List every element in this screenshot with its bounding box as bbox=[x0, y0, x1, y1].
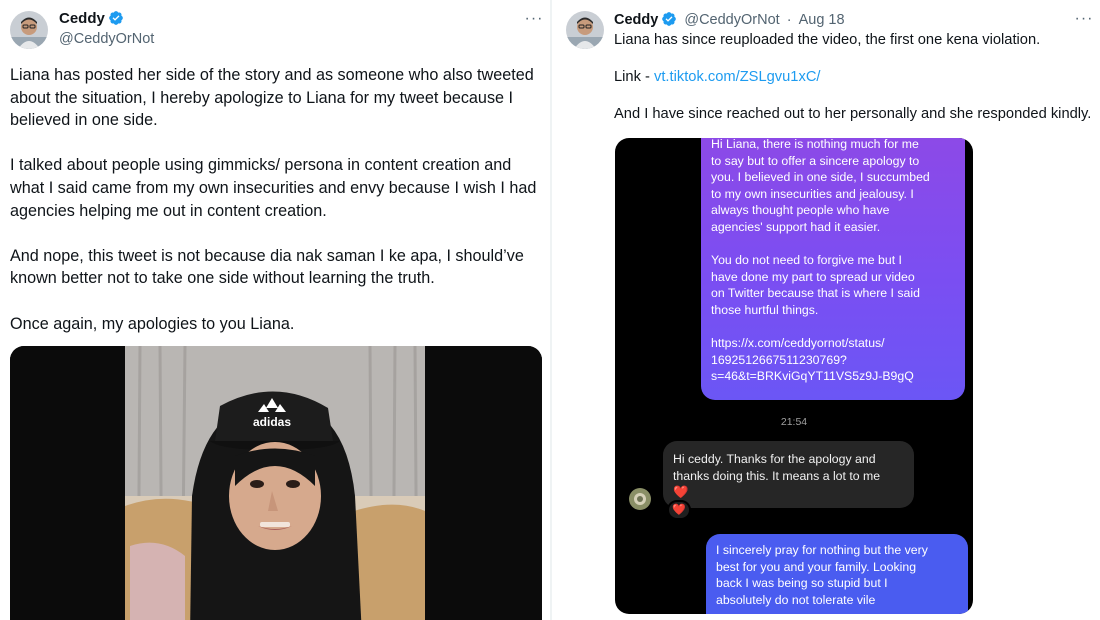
author-name[interactable]: Ceddy bbox=[614, 12, 658, 28]
tweet-date[interactable]: Aug 18 bbox=[799, 12, 845, 28]
video-frame: adidas bbox=[10, 346, 542, 620]
tweet-text: Liana has since reuploaded the video, th… bbox=[614, 31, 1096, 124]
more-options-icon[interactable]: ··· bbox=[523, 11, 545, 30]
chat-timestamp: 21:54 bbox=[780, 416, 808, 428]
chat-message-text: https://x.com/ceddyornot/status/ 1692512… bbox=[711, 336, 914, 384]
tweet-paragraph: Liana has posted her side of the story a… bbox=[10, 66, 534, 130]
video-media[interactable]: adidas bbox=[10, 346, 542, 620]
avatar[interactable] bbox=[10, 11, 48, 49]
tweet-header: Ceddy @CeddyOrNot · Aug 18 bbox=[614, 11, 845, 28]
chat-screenshot-image[interactable]: Hi Liana, there is nothing much for me t… bbox=[615, 138, 973, 614]
recipient-avatar bbox=[629, 488, 651, 510]
author-name-text[interactable]: Ceddy bbox=[59, 10, 105, 27]
chat-sent-bubble: Hi Liana, there is nothing much for me t… bbox=[701, 138, 965, 400]
tweet-paragraph: I talked about people using gimmicks/ pe… bbox=[10, 156, 537, 220]
chat-message-text: Hi Liana, there is nothing much for me t… bbox=[711, 138, 930, 234]
tweet-paragraph: Once again, my apologies to you Liana. bbox=[10, 314, 295, 333]
chat-received-bubble: Hi ceddy. Thanks for the apology and tha… bbox=[663, 441, 914, 508]
tweet-line: And I have since reached out to her pers… bbox=[614, 106, 1092, 123]
chat-sent-bubble: I sincerely pray for nothing but the ver… bbox=[706, 534, 968, 614]
heart-emoji-icon: ❤️ bbox=[673, 485, 689, 500]
heart-reaction-icon: ❤️ bbox=[667, 500, 691, 520]
author-handle[interactable]: @CeddyOrNot bbox=[59, 31, 154, 47]
tiktok-link[interactable]: vt.tiktok.com/ZSLgvu1xC/ bbox=[654, 69, 821, 85]
right-tweet: Ceddy @CeddyOrNot · Aug 18 ··· Liana has… bbox=[552, 0, 1100, 620]
tweet-line: Liana has since reuploaded the video, th… bbox=[614, 32, 1041, 48]
separator-dot: · bbox=[786, 12, 792, 28]
link-line: Link - vt.tiktok.com/ZSLgvu1xC/ bbox=[614, 68, 1096, 87]
chat-message-text: Hi ceddy. Thanks for the apology and tha… bbox=[673, 452, 881, 483]
avatar[interactable] bbox=[566, 11, 604, 49]
link-prefix: Link - bbox=[614, 69, 654, 86]
cap-logo-text: adidas bbox=[253, 415, 291, 429]
left-tweet: Ceddy @CeddyOrNot ··· Liana has posted h… bbox=[0, 0, 550, 620]
tweet-paragraph: And nope, this tweet is not because dia … bbox=[10, 246, 524, 288]
author-name[interactable]: Ceddy bbox=[59, 10, 124, 27]
tweet-text: Liana has posted her side of the story a… bbox=[10, 64, 550, 358]
author-handle[interactable]: @CeddyOrNot bbox=[684, 12, 779, 28]
verified-badge-icon bbox=[109, 11, 123, 25]
chat-message-text: You do not need to forgive me but I have… bbox=[711, 253, 920, 317]
more-options-icon[interactable]: ··· bbox=[1073, 11, 1095, 30]
verified-badge-icon bbox=[662, 12, 677, 26]
